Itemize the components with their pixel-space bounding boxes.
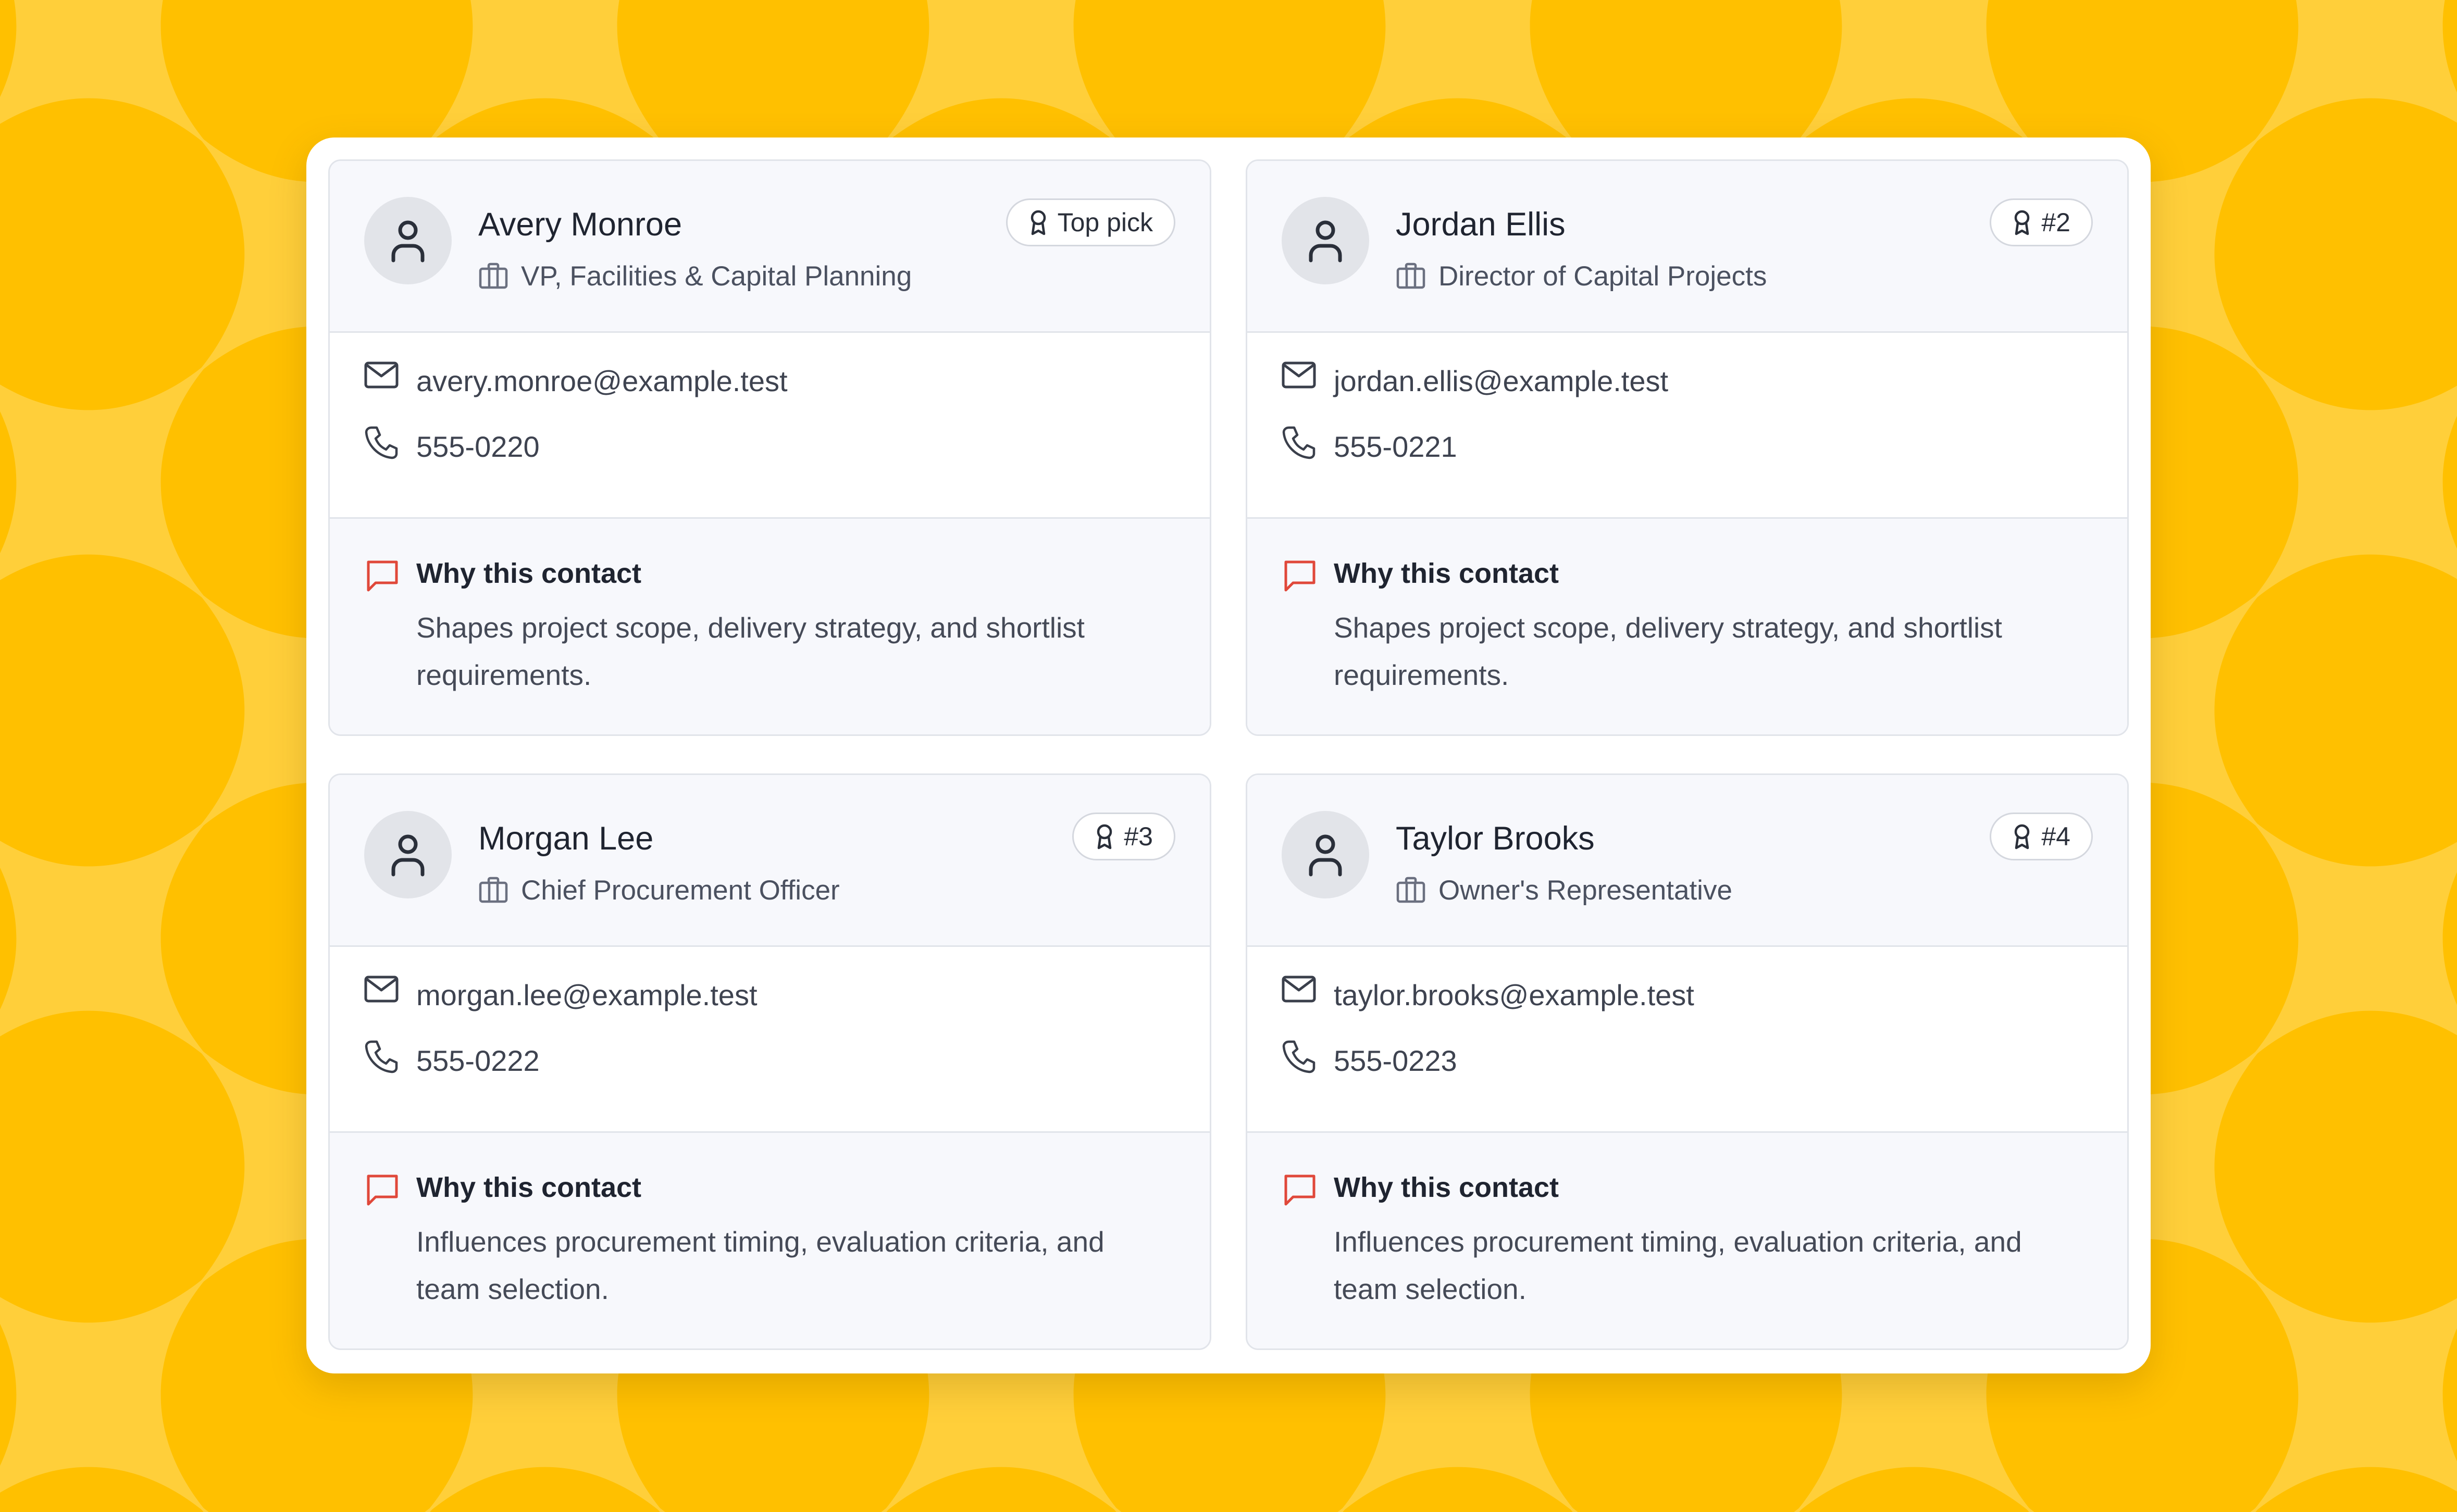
rank-badge-label: #2 xyxy=(2041,208,2070,237)
message-square-icon xyxy=(1284,1174,1316,1206)
phone-row[interactable]: 555-0221 xyxy=(1282,426,1457,467)
contact-name: Morgan Lee xyxy=(478,820,654,857)
message-square-icon xyxy=(1284,560,1316,592)
phone-row[interactable]: 555-0223 xyxy=(1282,1040,1457,1081)
rank-badge-label: #3 xyxy=(1124,822,1153,851)
contact-email[interactable]: jordan.ellis@example.test xyxy=(1334,364,1668,398)
phone-row[interactable]: 555-0220 xyxy=(364,426,540,467)
contact-title: Owner's Representative xyxy=(1438,874,1732,906)
contact-details: jordan.ellis@example.test 555-0221 xyxy=(1247,333,2127,519)
avatar xyxy=(1282,811,1369,898)
contact-name: Taylor Brooks xyxy=(1396,820,1595,857)
message-square-icon xyxy=(367,1174,398,1206)
mail-icon xyxy=(1282,976,1316,1003)
award-icon xyxy=(1031,210,1046,235)
rank-badge-label: #4 xyxy=(2041,822,2070,851)
avatar xyxy=(364,811,452,898)
contact-card-header: Taylor Brooks Owner's Representative #4 xyxy=(1247,775,2127,947)
contact-email[interactable]: avery.monroe@example.test xyxy=(416,364,788,398)
contact-title: Director of Capital Projects xyxy=(1438,260,1767,292)
contact-title: VP, Facilities & Capital Planning xyxy=(521,260,912,292)
briefcase-icon xyxy=(1396,877,1425,903)
why-this-contact-section: Why this contact Influences procurement … xyxy=(330,1133,1210,1348)
phone-icon xyxy=(365,426,398,459)
why-heading: Why this contact xyxy=(416,1172,642,1203)
contact-title-row: VP, Facilities & Capital Planning xyxy=(478,257,912,295)
contact-phone[interactable]: 555-0221 xyxy=(1334,430,1457,464)
why-text: Shapes project scope, delivery strategy,… xyxy=(416,611,1085,691)
phone-icon xyxy=(1282,426,1316,459)
contact-title: Chief Procurement Officer xyxy=(521,874,840,906)
contact-title-row: Owner's Representative xyxy=(1396,871,1732,909)
why-heading: Why this contact xyxy=(1334,1172,1559,1203)
phone-icon xyxy=(365,1040,398,1073)
why-text: Influences procurement timing, evaluatio… xyxy=(1334,1226,2022,1305)
contact-email[interactable]: taylor.brooks@example.test xyxy=(1334,978,1694,1012)
message-square-icon xyxy=(367,560,398,592)
award-icon xyxy=(2015,824,2030,849)
briefcase-icon xyxy=(479,263,508,289)
contact-card-header: Jordan Ellis Director of Capital Project… xyxy=(1247,161,2127,333)
contact-details: avery.monroe@example.test 555-0220 xyxy=(330,333,1210,519)
email-row[interactable]: morgan.lee@example.test xyxy=(364,974,758,1016)
user-icon xyxy=(1309,834,1342,877)
avatar xyxy=(1282,197,1369,284)
why-heading: Why this contact xyxy=(416,558,642,589)
why-this-contact-section: Why this contact Influences procurement … xyxy=(1247,1133,2127,1348)
email-row[interactable]: taylor.brooks@example.test xyxy=(1282,974,1694,1016)
why-heading: Why this contact xyxy=(1334,558,1559,589)
contact-card: Avery Monroe VP, Facilities & Capital Pl… xyxy=(328,159,1211,736)
phone-row[interactable]: 555-0222 xyxy=(364,1040,540,1081)
rank-badge-label: Top pick xyxy=(1057,208,1153,237)
user-icon xyxy=(391,834,425,877)
contacts-panel: Avery Monroe VP, Facilities & Capital Pl… xyxy=(306,138,2151,1373)
mail-icon xyxy=(1282,361,1316,389)
contact-name: Avery Monroe xyxy=(478,206,682,243)
contact-phone[interactable]: 555-0223 xyxy=(1334,1044,1457,1078)
user-icon xyxy=(1309,220,1342,263)
contact-card: Taylor Brooks Owner's Representative #4 … xyxy=(1246,773,2129,1350)
rank-badge: #3 xyxy=(1072,813,1175,860)
why-this-contact-section: Why this contact Shapes project scope, d… xyxy=(1247,519,2127,734)
why-text: Influences procurement timing, evaluatio… xyxy=(416,1226,1105,1305)
contact-card-header: Morgan Lee Chief Procurement Officer #3 xyxy=(330,775,1210,947)
rank-badge: #2 xyxy=(1990,198,2093,246)
contact-details: taylor.brooks@example.test 555-0223 xyxy=(1247,947,2127,1133)
phone-icon xyxy=(1282,1040,1316,1073)
contact-name: Jordan Ellis xyxy=(1396,206,1566,243)
rank-badge: Top pick xyxy=(1006,198,1175,246)
briefcase-icon xyxy=(479,877,508,903)
contact-details: morgan.lee@example.test 555-0222 xyxy=(330,947,1210,1133)
contact-phone[interactable]: 555-0220 xyxy=(416,430,540,464)
briefcase-icon xyxy=(1396,263,1425,289)
contact-email[interactable]: morgan.lee@example.test xyxy=(416,978,758,1012)
email-row[interactable]: jordan.ellis@example.test xyxy=(1282,360,1668,402)
why-text: Shapes project scope, delivery strategy,… xyxy=(1334,611,2002,691)
avatar xyxy=(364,197,452,284)
rank-badge: #4 xyxy=(1990,813,2093,860)
contact-card: Jordan Ellis Director of Capital Project… xyxy=(1246,159,2129,736)
contact-phone[interactable]: 555-0222 xyxy=(416,1044,540,1078)
email-row[interactable]: avery.monroe@example.test xyxy=(364,360,788,402)
contact-title-row: Director of Capital Projects xyxy=(1396,257,1767,295)
why-this-contact-section: Why this contact Shapes project scope, d… xyxy=(330,519,1210,734)
contact-card: Morgan Lee Chief Procurement Officer #3 … xyxy=(328,773,1211,1350)
mail-icon xyxy=(364,976,399,1003)
user-icon xyxy=(391,220,425,263)
award-icon xyxy=(1097,824,1112,849)
contact-card-header: Avery Monroe VP, Facilities & Capital Pl… xyxy=(330,161,1210,333)
award-icon xyxy=(2015,210,2030,235)
mail-icon xyxy=(364,361,399,389)
contact-title-row: Chief Procurement Officer xyxy=(478,871,840,909)
